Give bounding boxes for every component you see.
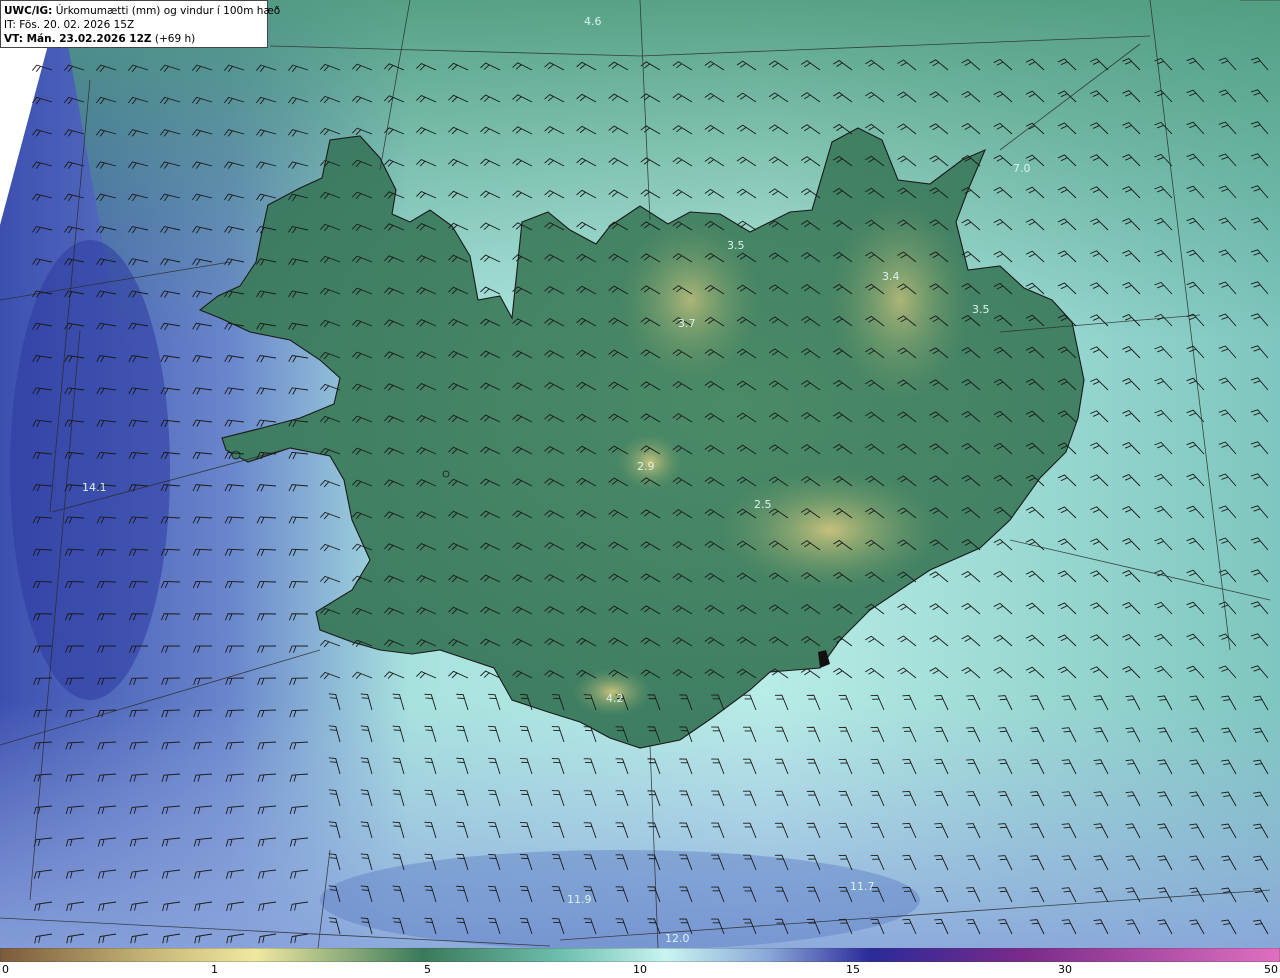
map-header: UWC/IG: Úrkomumætti (mm) og vindur í 100… [0,0,280,48]
lead-time: (+69 h) [151,33,196,45]
value-label: 3.7 [678,317,696,330]
value-label: 2.5 [754,498,772,511]
value-label: 2.9 [637,460,655,473]
colorbar-tick: 0 [2,963,9,976]
value-label: 12.0 [665,932,690,945]
valid-time: VT: Mán. 23.02.2026 12Z [4,33,152,45]
colorbar-tick: 30 [1058,963,1072,976]
value-label: 14.1 [82,481,107,494]
title-line: UWC/IG: Úrkomumætti (mm) og vindur í 100… [4,4,280,18]
value-label: 11.7 [850,880,875,893]
weather-map: 4.6 7.0 3.5 3.4 3.7 3.5 2.9 2.5 4.2 14.1… [0,0,1280,978]
colorbar-tick: 50 [1264,963,1278,976]
init-time: IT: Fös. 20. 02. 2026 15Z [4,19,135,31]
island [231,450,241,460]
value-label: 4.2 [606,692,624,705]
colorbar-tick: 5 [424,963,431,976]
colorbar-tick: 10 [633,963,647,976]
value-label: 4.6 [584,15,602,28]
east-highland [830,200,970,400]
field-label: Úrkomumætti (mm) og vindur í 100m hæð [52,5,281,17]
vatnajokull [720,470,940,590]
colorbar-ticks: 0 1 5 10 15 30 50 [0,962,1280,978]
valid-time-line: VT: Mán. 23.02.2026 12Z (+69 h) [4,32,267,46]
value-label: 3.5 [727,239,745,252]
value-label: 7.0 [1013,162,1031,175]
value-label: 3.5 [972,303,990,316]
high-precip-west [10,240,170,700]
colorbar [0,948,1280,962]
high-precip-south [320,850,920,950]
colorbar-tick: 15 [846,963,860,976]
value-label: 3.4 [882,270,900,283]
model-label: UWC/IG: [4,5,53,17]
map-canvas: 4.6 7.0 3.5 3.4 3.7 3.5 2.9 2.5 4.2 14.1… [0,0,1280,962]
colorbar-tick: 1 [211,963,218,976]
value-label: 11.9 [567,893,592,906]
